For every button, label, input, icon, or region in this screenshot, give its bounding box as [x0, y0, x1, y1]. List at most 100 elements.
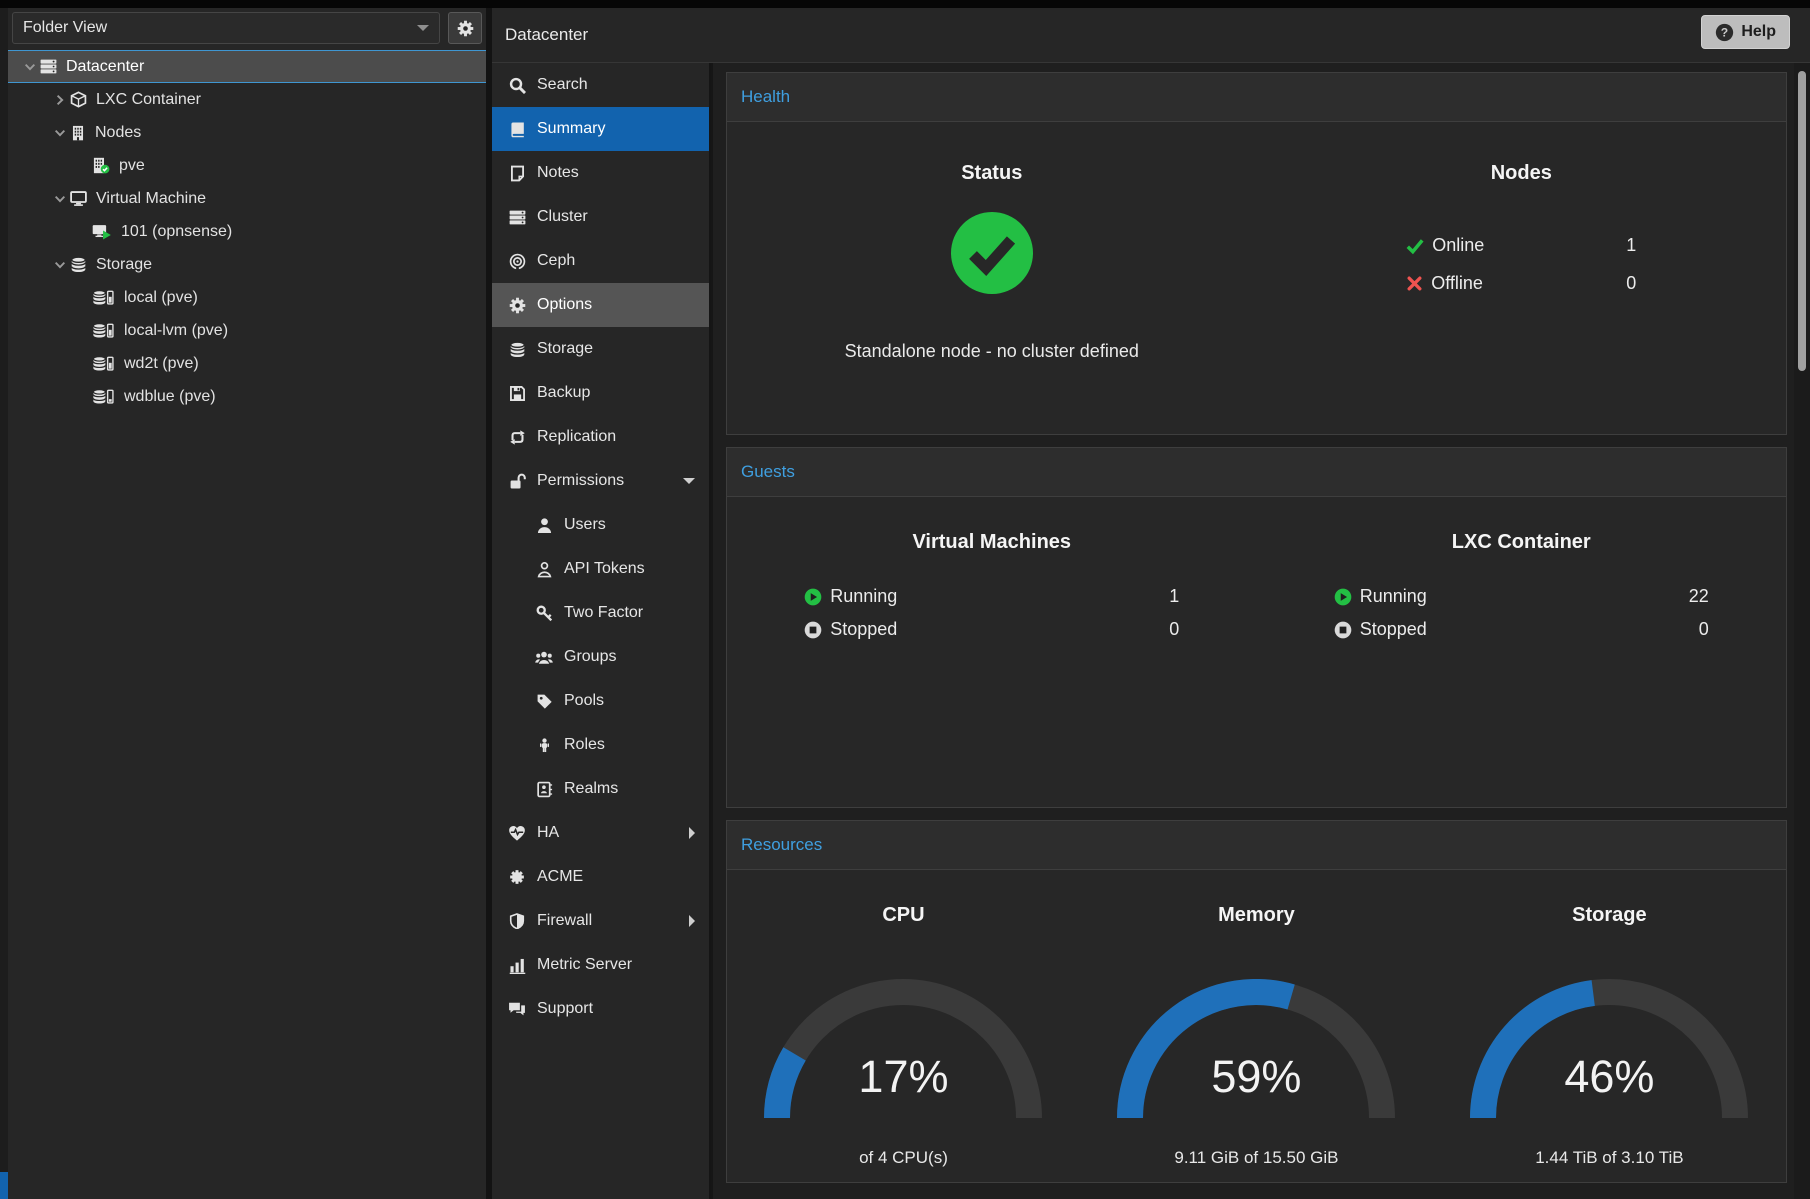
health-panel: Health Status Standalone node - no clust… — [726, 72, 1787, 435]
menu-item-roles[interactable]: Roles — [492, 723, 709, 767]
menu-item-label: Support — [537, 1000, 695, 1018]
tree-item-label: wd2t (pve) — [124, 355, 199, 373]
nodes-heading: Nodes — [1491, 162, 1552, 185]
chevron-down-icon[interactable] — [20, 61, 40, 73]
guest-label: Running — [830, 586, 1169, 607]
menu-item-api-tokens[interactable]: API Tokens — [492, 547, 709, 591]
resource-tree-sidebar: Folder View DatacenterLXC ContainerNodes… — [0, 8, 486, 1199]
tree-item-label: wdblue (pve) — [124, 388, 216, 406]
tree-item-virtual-machine[interactable]: Virtual Machine — [8, 182, 486, 215]
tree-item-pve[interactable]: pve — [8, 149, 486, 182]
menu-item-realms[interactable]: Realms — [492, 767, 709, 811]
svg-text:?: ? — [1721, 25, 1728, 39]
menu-item-label: Users — [564, 516, 695, 534]
menu-item-label: Ceph — [537, 252, 695, 270]
guest-value: 0 — [1699, 619, 1709, 640]
tree-item-label: Virtual Machine — [96, 190, 206, 208]
menu-item-label: Cluster — [537, 208, 695, 226]
guest-row-running: Running1 — [804, 586, 1179, 607]
menu-item-storage[interactable]: Storage — [492, 327, 709, 371]
menu-item-metric-server[interactable]: Metric Server — [492, 943, 709, 987]
health-nodes-section: Nodes Online1 Offline0 — [1257, 122, 1787, 362]
tree-item-nodes[interactable]: Nodes — [8, 116, 486, 149]
tree-item-label: local-lvm (pve) — [124, 322, 228, 340]
menu-item-groups[interactable]: Groups — [492, 635, 709, 679]
nodes-row-online: Online1 — [1406, 235, 1636, 256]
tree-settings-button[interactable] — [448, 12, 482, 44]
menu-item-two-factor[interactable]: Two Factor — [492, 591, 709, 635]
guests-panel: Guests Virtual MachinesRunning1Stopped0L… — [726, 447, 1787, 808]
menu-item-pools[interactable]: Pools — [492, 679, 709, 723]
guests-column-lxc-container: LXC ContainerRunning22Stopped0 — [1257, 497, 1787, 640]
scrollbar-thumb[interactable] — [1798, 71, 1806, 371]
chevron-right-icon[interactable] — [50, 94, 70, 106]
key-icon — [535, 605, 553, 622]
tree-item-101-opnsense[interactable]: 101 (opnsense) — [8, 215, 486, 248]
menu-item-replication[interactable]: Replication — [492, 415, 709, 459]
menu-item-cluster[interactable]: Cluster — [492, 195, 709, 239]
tree-item-lxc-container[interactable]: LXC Container — [8, 83, 486, 116]
menu-item-label: Two Factor — [564, 604, 695, 622]
main-scrollbar[interactable] — [1794, 63, 1810, 1199]
gauge-heading: Storage — [1572, 904, 1646, 927]
gauge-detail: 1.44 TiB of 3.10 TiB — [1535, 1148, 1683, 1168]
chevron-down-icon[interactable] — [50, 127, 70, 139]
menu-item-label: Notes — [537, 164, 695, 182]
gauge-arc: 17% — [753, 979, 1053, 1131]
tree-item-wdblue-pve[interactable]: wdblue (pve) — [8, 380, 486, 413]
guests-rows: Running22Stopped0 — [1334, 586, 1709, 640]
tree-item-datacenter[interactable]: Datacenter — [8, 50, 486, 83]
menu-item-label: Storage — [537, 340, 695, 358]
gauge-percent: 59% — [1106, 1051, 1406, 1103]
help-button[interactable]: ? Help — [1701, 15, 1790, 49]
menu-item-options[interactable]: Options — [492, 283, 709, 327]
menu-item-notes[interactable]: Notes — [492, 151, 709, 195]
resource-gauge-cpu: CPU 17% of 4 CPU(s) — [727, 870, 1080, 1168]
address-book-icon — [535, 781, 553, 798]
nodes-label: Online — [1432, 235, 1626, 256]
stop-circle-icon — [1334, 621, 1352, 639]
resource-tree: DatacenterLXC ContainerNodespve Virtual M… — [8, 50, 486, 413]
gauge-percent: 46% — [1459, 1051, 1759, 1103]
menu-item-label: Backup — [537, 384, 695, 402]
menu-item-users[interactable]: Users — [492, 503, 709, 547]
menu-item-summary[interactable]: Summary — [492, 107, 709, 151]
user-outline-icon — [535, 561, 553, 578]
shield-icon — [508, 913, 526, 929]
resources-panel-header: Resources — [727, 821, 1786, 870]
cluster-status-message: Standalone node - no cluster defined — [845, 341, 1139, 362]
building-icon — [70, 125, 86, 141]
check-icon — [1406, 237, 1424, 255]
gauge-heading: CPU — [882, 904, 924, 927]
tree-item-wd2t-pve[interactable]: wd2t (pve) — [8, 347, 486, 380]
gauge-arc: 59% — [1106, 979, 1406, 1131]
menu-item-permissions[interactable]: Permissions — [492, 459, 709, 503]
gauge-detail: of 4 CPU(s) — [859, 1148, 948, 1168]
tree-item-storage[interactable]: Storage — [8, 248, 486, 281]
storage-usage-icon — [92, 322, 115, 339]
menu-item-ha[interactable]: HA — [492, 811, 709, 855]
main-content: Health Status Standalone node - no clust… — [713, 63, 1794, 1199]
book-icon — [508, 121, 526, 138]
search-icon — [508, 77, 526, 94]
menu-item-backup[interactable]: Backup — [492, 371, 709, 415]
guest-label: Stopped — [1360, 619, 1699, 640]
menu-item-support[interactable]: Support — [492, 987, 709, 1031]
top-strip — [0, 0, 1810, 8]
chevron-down-icon[interactable] — [50, 193, 70, 205]
nodes-value: 1 — [1626, 235, 1636, 256]
tree-item-local-pve[interactable]: local (pve) — [8, 281, 486, 314]
guest-label: Stopped — [830, 619, 1169, 640]
menu-item-acme[interactable]: ACME — [492, 855, 709, 899]
chevron-down-icon[interactable] — [50, 259, 70, 271]
unlock-icon — [508, 473, 526, 490]
nodes-row-offline: Offline0 — [1406, 273, 1636, 294]
menu-item-label: Summary — [537, 120, 695, 138]
tree-item-local-lvm-pve[interactable]: local-lvm (pve) — [8, 314, 486, 347]
gear-icon — [508, 297, 526, 314]
view-mode-select[interactable]: Folder View — [12, 12, 440, 44]
menu-item-ceph[interactable]: Ceph — [492, 239, 709, 283]
menu-item-firewall[interactable]: Firewall — [492, 899, 709, 943]
menu-item-search[interactable]: Search — [492, 63, 709, 107]
database-icon — [70, 256, 87, 273]
